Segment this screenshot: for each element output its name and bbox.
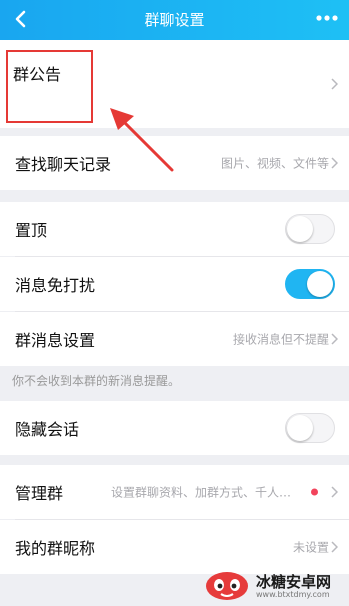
message-settings-value: 接收消息但不提醒	[232, 332, 329, 347]
chevron-right-icon	[331, 157, 338, 169]
manage-group-row[interactable]: 管理群 设置群聊资料、加群方式、千人…	[0, 465, 349, 519]
watermark-url: www.btxtdmy.com	[256, 590, 330, 599]
mute-note: 你不会收到本群的新消息提醒。	[12, 374, 181, 388]
manage-group-label: 管理群	[15, 484, 64, 503]
watermark-name: 冰糖安卓网	[256, 573, 332, 591]
notification-dot	[311, 488, 318, 496]
hide-chat-row: 隐藏会话	[0, 401, 349, 455]
pin-top-toggle[interactable]	[285, 214, 335, 244]
chevron-right-icon	[331, 541, 338, 553]
message-settings-row[interactable]: 群消息设置 接收消息但不提醒	[0, 312, 349, 366]
toggle-knob	[287, 216, 313, 242]
search-history-hint: 图片、视频、文件等	[220, 156, 329, 171]
message-settings-label: 群消息设置	[15, 331, 96, 350]
search-history-label: 查找聊天记录	[15, 155, 112, 174]
more-dots-icon[interactable]	[313, 8, 341, 28]
hide-chat-label: 隐藏会话	[15, 420, 80, 439]
chevron-right-icon	[331, 333, 338, 345]
manage-group-hint: 设置群聊资料、加群方式、千人…	[110, 485, 291, 500]
chevron-right-icon	[331, 486, 338, 498]
nickname-row[interactable]: 我的群昵称 未设置	[0, 520, 349, 574]
mute-toggle[interactable]	[285, 269, 335, 299]
toggle-knob	[287, 415, 313, 441]
chevron-right-icon	[331, 78, 338, 90]
nickname-value: 未设置	[292, 540, 329, 555]
watermark: 冰糖安卓网 www.btxtdmy.com	[202, 568, 347, 604]
pin-top-row: 置顶	[0, 202, 349, 256]
mute-row: 消息免打扰	[0, 257, 349, 311]
nickname-label: 我的群昵称	[15, 539, 96, 558]
annotation-arrow-icon	[110, 108, 174, 172]
hide-chat-toggle[interactable]	[285, 413, 335, 443]
watermark-logo-icon	[206, 572, 248, 600]
title-bar: 群聊设置	[0, 0, 349, 40]
mute-label: 消息免打扰	[15, 276, 96, 295]
toggle-knob	[307, 271, 333, 297]
pin-top-label: 置顶	[15, 221, 48, 240]
highlight-box	[6, 50, 93, 123]
page-title: 群聊设置	[144, 11, 205, 29]
